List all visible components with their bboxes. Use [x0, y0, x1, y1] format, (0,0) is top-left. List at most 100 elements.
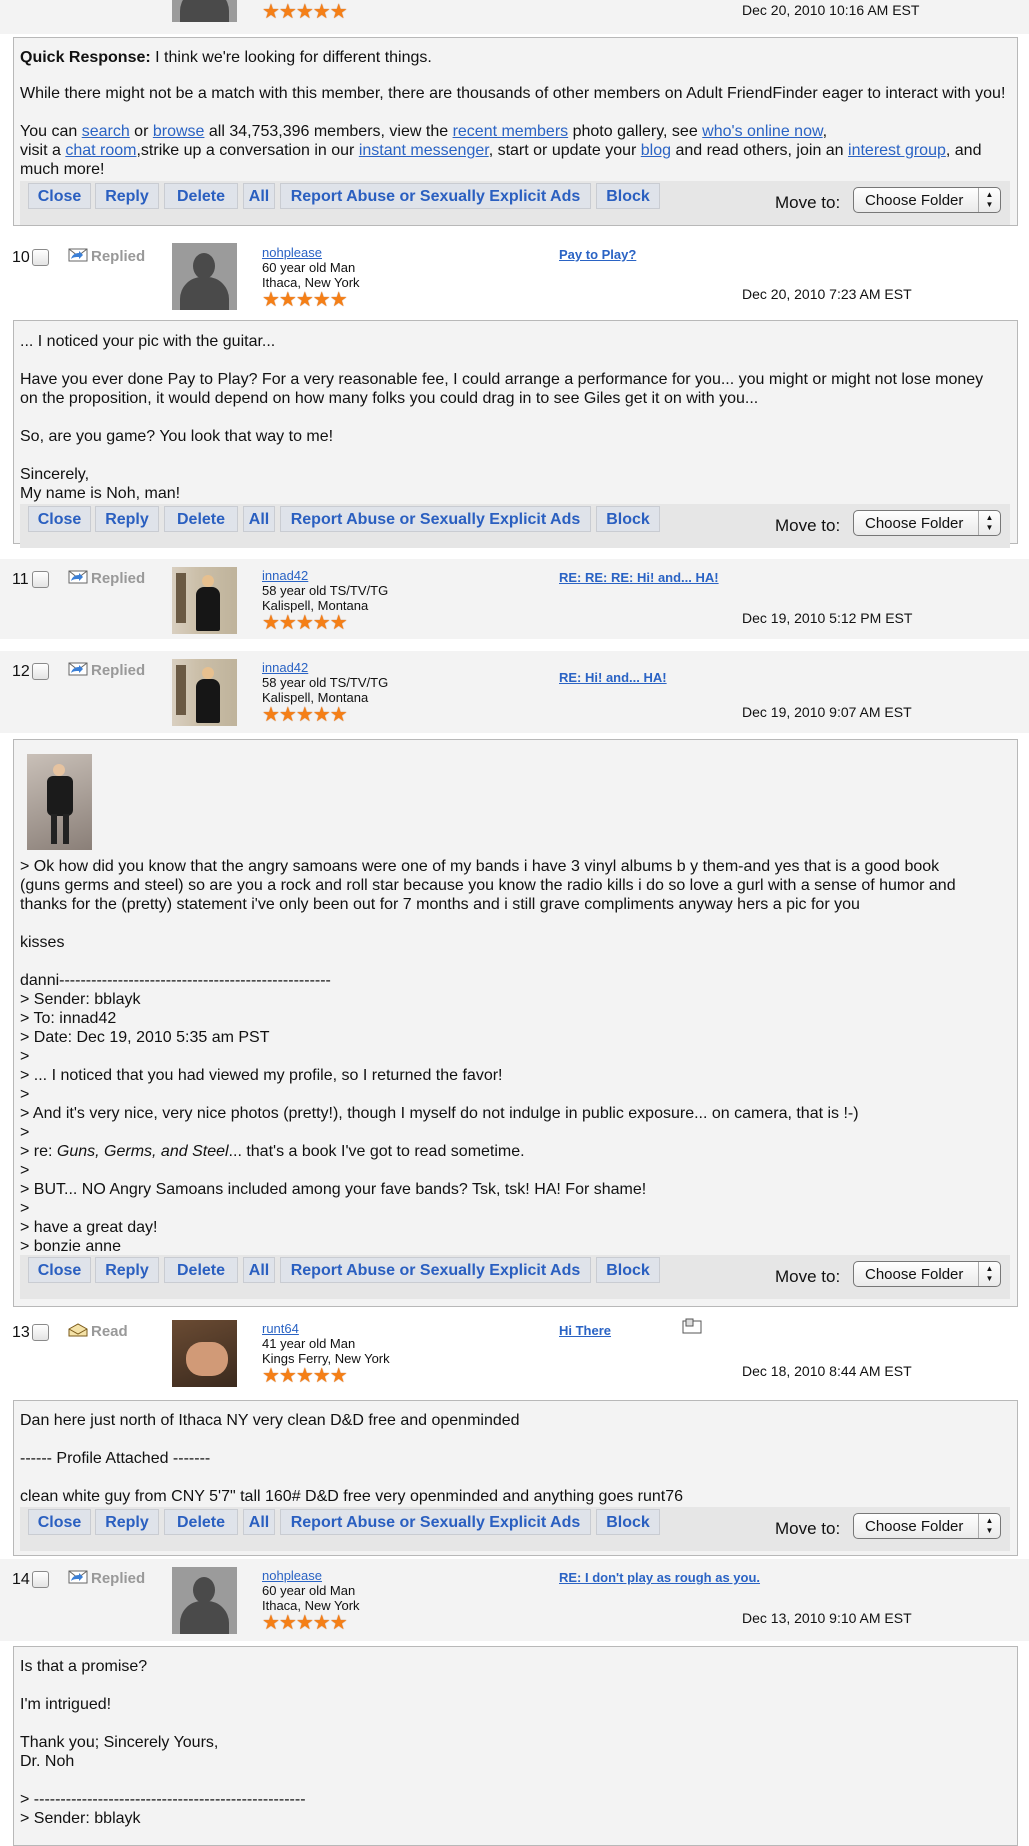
status-replied: Replied [68, 248, 145, 265]
message-line: > Date: Dec 19, 2010 5:35 am PST [20, 1029, 270, 1046]
recent-members-link[interactable]: recent members [453, 123, 569, 140]
select-checkbox[interactable] [32, 249, 49, 266]
folder-select[interactable]: Choose Folder ▲ ▼ [853, 187, 1001, 213]
message-row-14: 14 Replied nohplease 60 year old Man Ith… [0, 1559, 1029, 1641]
delete-button[interactable]: Delete [164, 506, 238, 532]
message-line: Have you ever done Pay to Play? For a ve… [20, 371, 984, 388]
status-replied: Replied [68, 1570, 145, 1587]
delete-button[interactable]: Delete [164, 1257, 238, 1283]
quick-response-box: Quick Response: I think we're looking fo… [13, 37, 1018, 226]
chat-room-link[interactable]: chat room [65, 142, 136, 159]
message-date: Dec 19, 2010 9:07 AM EST [742, 704, 912, 720]
close-button[interactable]: Close [28, 1257, 91, 1283]
message-line [20, 952, 1010, 971]
move-to-label: Move to: [775, 516, 841, 535]
browse-link[interactable]: browse [153, 123, 205, 140]
message-line [20, 1676, 1010, 1695]
search-link[interactable]: search [82, 123, 130, 140]
select-checkbox[interactable] [32, 663, 49, 680]
subject-link[interactable]: RE: Hi! and... HA! [559, 670, 667, 685]
block-button[interactable]: Block [596, 1257, 660, 1283]
username-link[interactable]: innad42 [262, 568, 308, 583]
avatar[interactable] [172, 567, 237, 634]
all-button[interactable]: All [243, 1509, 275, 1535]
block-button[interactable]: Block [596, 506, 660, 532]
message-row-12: 12 Replied innad42 58 year old TS/TV/TG … [0, 651, 1029, 1334]
message-line: > bonzie anne [20, 1238, 121, 1255]
block-button[interactable]: Block [596, 1509, 660, 1535]
username-link[interactable]: innad42 [262, 660, 308, 675]
action-bar: Close Reply Delete All Report Abuse or Sexua… [20, 1255, 1010, 1299]
message-line: > have a great day! [20, 1219, 158, 1236]
folder-select-value: Choose Folder [865, 515, 964, 532]
block-button[interactable]: Block [596, 183, 660, 209]
report-abuse-button[interactable]: Report Abuse or Sexually Explicit Ads [280, 1509, 591, 1535]
subject-link[interactable]: Hi There [559, 1323, 611, 1338]
status-replied: Replied [68, 570, 145, 587]
message-line: ------ Profile Attached ------- [20, 1450, 211, 1467]
subject-link[interactable]: Pay to Play? [559, 247, 636, 262]
message-date: Dec 20, 2010 10:16 AM EST [742, 2, 920, 18]
select-arrows-icon: ▲ ▼ [978, 1262, 1000, 1286]
whos-online-link[interactable]: who's online now [702, 123, 822, 140]
all-button[interactable]: All [243, 506, 275, 532]
message-line: > [20, 1086, 30, 1103]
message-line [20, 1771, 1010, 1790]
message-text: Is that a promise? I'm intrigued! Thank yo… [20, 1657, 1010, 1828]
close-button[interactable]: Close [28, 1509, 91, 1535]
username-link[interactable]: runt64 [262, 1321, 299, 1336]
report-abuse-button[interactable]: Report Abuse or Sexually Explicit Ads [280, 1257, 591, 1283]
reply-button[interactable]: Reply [95, 1257, 159, 1283]
select-checkbox[interactable] [32, 571, 49, 588]
message-line: Sincerely, [20, 466, 90, 483]
interest-group-link[interactable]: interest group [848, 142, 946, 159]
instant-messenger-link[interactable]: instant messenger [359, 142, 489, 159]
blog-link[interactable]: blog [641, 142, 671, 159]
move-to-label: Move to: [775, 1519, 841, 1538]
message-text: Dan here just north of Ithaca NY very cl… [20, 1411, 1010, 1506]
delete-button[interactable]: Delete [164, 1509, 238, 1535]
report-abuse-button[interactable]: Report Abuse or Sexually Explicit Ads [280, 506, 591, 532]
promo-text: While there might not be a match with th… [20, 85, 1006, 102]
message-row-10: 10 Replied nohplease 60 year old Man Ith… [0, 236, 1029, 316]
delete-button[interactable]: Delete [164, 183, 238, 209]
avatar[interactable] [172, 1320, 237, 1387]
action-bar: Close Reply Delete All Report Abuse or Sexua… [20, 504, 1010, 548]
attached-photo[interactable] [27, 754, 92, 850]
subject-link[interactable]: RE: I don't play as rough as you. [559, 1570, 760, 1585]
folder-select[interactable]: Choose Folder ▲ ▼ [853, 1261, 1001, 1287]
promo-line-4: much more! [20, 161, 105, 178]
message-line: kisses [20, 934, 65, 951]
select-checkbox[interactable] [32, 1324, 49, 1341]
avatar[interactable] [172, 659, 237, 726]
folder-select[interactable]: Choose Folder ▲ ▼ [853, 1513, 1001, 1539]
message-line: So, are you game? You look that way to m… [20, 428, 334, 445]
message-line: danni-----------------------------------… [20, 972, 331, 989]
message-line: > To: innad42 [20, 1010, 117, 1027]
report-abuse-button[interactable]: Report Abuse or Sexually Explicit Ads [280, 183, 591, 209]
move-to-label: Move to: [775, 1267, 841, 1286]
subject-link[interactable]: RE: RE: RE: Hi! and... HA! [559, 570, 719, 585]
folder-select[interactable]: Choose Folder ▲ ▼ [853, 510, 1001, 536]
avatar[interactable] [172, 1567, 237, 1634]
message-row-11: 11 Replied innad42 58 year old TS/TV/TG … [0, 559, 1029, 639]
all-button[interactable]: All [243, 1257, 275, 1283]
quick-response-label: Quick Response: [20, 49, 151, 66]
avatar[interactable] [172, 0, 237, 22]
username-link[interactable]: nohplease [262, 1568, 322, 1583]
message-line: clean white guy from CNY 5'7" tall 160# … [20, 1488, 684, 1505]
select-checkbox[interactable] [32, 1571, 49, 1588]
reply-button[interactable]: Reply [95, 1509, 159, 1535]
select-arrows-icon: ▲ ▼ [978, 188, 1000, 212]
message-body-10: ... I noticed your pic with the guitar..… [13, 320, 1018, 548]
close-button[interactable]: Close [28, 506, 91, 532]
message-text: > Ok how did you know that the angry sam… [20, 857, 1010, 1256]
close-button[interactable]: Close [28, 183, 91, 209]
all-button[interactable]: All [243, 183, 275, 209]
username-link[interactable]: nohplease [262, 245, 322, 260]
avatar[interactable] [172, 243, 237, 310]
reply-button[interactable]: Reply [95, 183, 159, 209]
rating-stars: ★★★★★ [262, 612, 348, 634]
rating-stars: ★★★★★ [262, 1612, 348, 1634]
reply-button[interactable]: Reply [95, 506, 159, 532]
